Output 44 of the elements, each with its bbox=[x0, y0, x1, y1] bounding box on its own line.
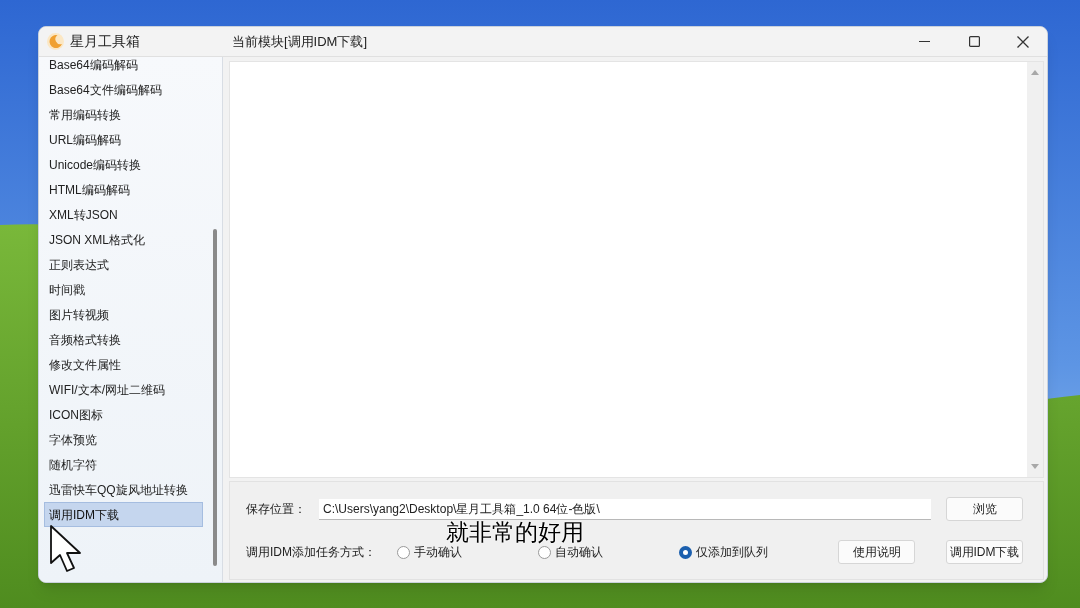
field-label: 调用IDM添加任务方式： bbox=[246, 545, 377, 559]
radio-option[interactable]: 自动确认 bbox=[538, 545, 679, 559]
minimize-icon bbox=[918, 41, 930, 42]
field-label: 保存位置： bbox=[246, 502, 307, 516]
sidebar-item[interactable]: Base64编码解码 bbox=[44, 57, 203, 77]
sidebar-item[interactable]: 修改文件属性 bbox=[44, 352, 203, 377]
sidebar-item[interactable]: Base64文件编码解码 bbox=[44, 77, 203, 102]
sidebar-item[interactable]: 随机字符 bbox=[44, 452, 203, 477]
sidebar-item[interactable]: HTML编码解码 bbox=[44, 177, 203, 202]
sidebar-item[interactable]: 调用IDM下载 bbox=[44, 502, 203, 527]
sidebar-item[interactable]: 图片转视频 bbox=[44, 302, 203, 327]
sidebar-item[interactable]: 正则表达式 bbox=[44, 252, 203, 277]
sidebar-item[interactable]: 字体预览 bbox=[44, 427, 203, 452]
sidebar-item[interactable]: Unicode编码转换 bbox=[44, 152, 203, 177]
save-path-field[interactable]: C:\Users\yang2\Desktop\星月工具箱_1.0 64位-色版\ bbox=[319, 498, 931, 520]
radio-icon[interactable] bbox=[397, 545, 410, 559]
sidebar-item[interactable]: WIFI/文本/网址二维码 bbox=[44, 377, 203, 402]
sidebar-item[interactable]: 常用编码转换 bbox=[44, 102, 203, 127]
video-caption: 就非常的好用 bbox=[446, 521, 584, 544]
sidebar-item[interactable]: 音频格式转换 bbox=[44, 327, 203, 352]
mouse-cursor-icon bbox=[50, 525, 84, 573]
output-panel[interactable] bbox=[229, 61, 1044, 478]
browse-button[interactable]: 浏览 bbox=[946, 497, 1023, 521]
radio-icon[interactable] bbox=[679, 545, 692, 559]
sidebar-item[interactable]: 时间戳 bbox=[44, 277, 203, 302]
sidebar-item[interactable]: JSON XML格式化 bbox=[44, 227, 203, 252]
instructions-button[interactable]: 使用说明 bbox=[838, 540, 915, 564]
sidebar-item[interactable]: URL编码解码 bbox=[44, 127, 203, 152]
close-icon bbox=[1017, 35, 1029, 48]
sidebar-item[interactable]: 迅雷快车QQ旋风地址转换 bbox=[44, 477, 203, 502]
app-title: 星月工具箱 bbox=[70, 32, 140, 51]
vertical-scrollbar[interactable] bbox=[1027, 62, 1043, 477]
maximize-icon bbox=[968, 36, 980, 47]
scroll-down-icon[interactable] bbox=[1031, 464, 1039, 469]
scrollbar-thumb[interactable] bbox=[213, 229, 217, 566]
module-title: 当前模块[调用IDM下载] bbox=[231, 32, 368, 51]
scroll-up-icon[interactable] bbox=[1031, 70, 1039, 75]
download-button[interactable]: 调用IDM下载 bbox=[946, 540, 1023, 564]
sidebar-item[interactable]: XML转JSON bbox=[44, 202, 203, 227]
radio-icon[interactable] bbox=[538, 545, 551, 559]
sidebar-item[interactable]: ICON图标 bbox=[44, 402, 203, 427]
moon-icon bbox=[47, 33, 64, 50]
radio-option[interactable]: 手动确认 bbox=[397, 545, 538, 559]
radio-option[interactable]: 仅添加到队列 bbox=[679, 545, 820, 559]
